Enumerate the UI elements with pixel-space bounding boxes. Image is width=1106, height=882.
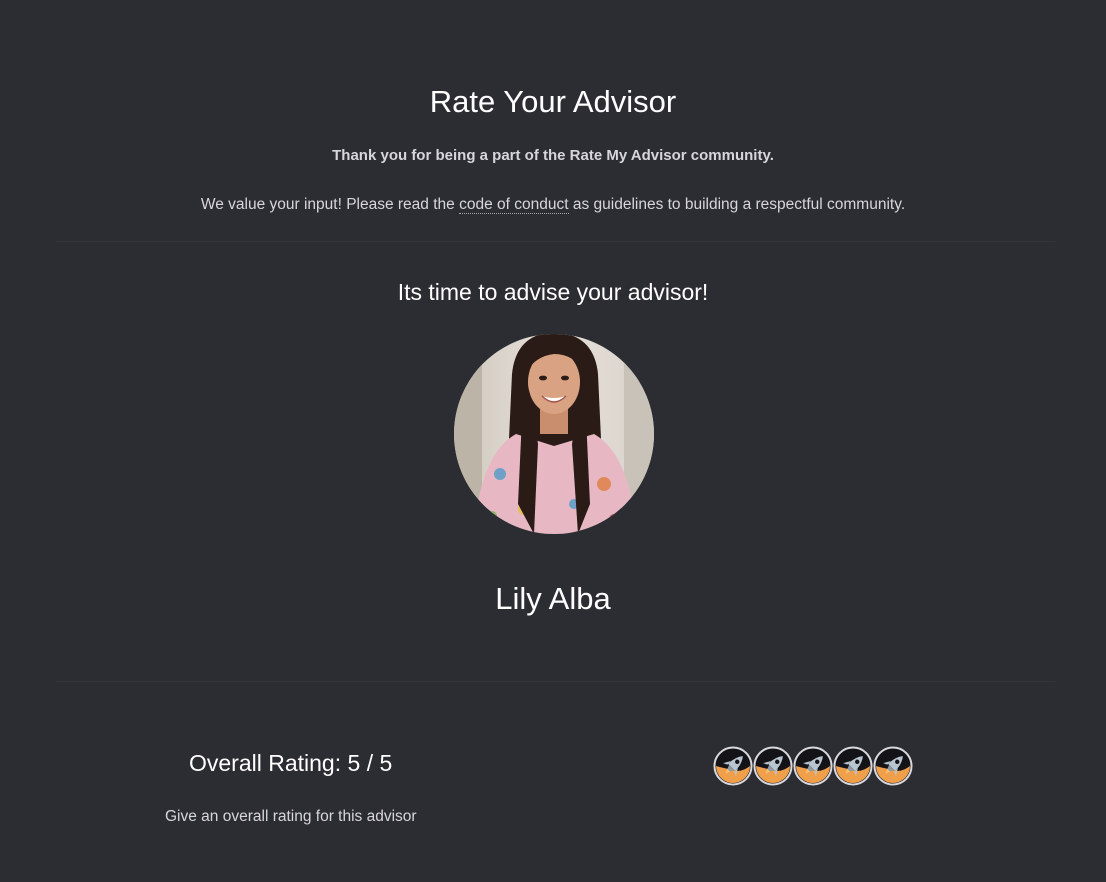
- rate-advisor-page: Rate Your Advisor Thank you for being a …: [0, 0, 1106, 882]
- rocket-icon-1[interactable]: [713, 746, 753, 786]
- rocket-icon-3[interactable]: [793, 746, 833, 786]
- advisor-portrait: [454, 334, 654, 534]
- advisor-prompt: Its time to advise your advisor!: [397, 279, 709, 305]
- section-divider: [55, 681, 1055, 682]
- advisor-avatar: [454, 334, 654, 534]
- overall-rating-label: Overall Rating: 5 / 5: [189, 750, 393, 776]
- code-of-conduct-link[interactable]: code of conduct: [459, 196, 569, 214]
- rocket-icon-2[interactable]: [753, 746, 793, 786]
- section-divider: [55, 241, 1055, 242]
- thanks-message: Thank you for being a part of the Rate M…: [332, 147, 774, 164]
- intro-text-after: as guidelines to building a respectful c…: [568, 196, 906, 213]
- rocket-icon-4[interactable]: [833, 746, 873, 786]
- overall-rating-help: Give an overall rating for this advisor: [165, 808, 417, 825]
- intro-text-before: We value your input! Please read the: [200, 196, 460, 213]
- intro-text: We value your input! Please read the cod…: [0, 195, 1106, 215]
- rocket-rating-control[interactable]: [713, 746, 913, 786]
- page-title: Rate Your Advisor: [429, 84, 677, 119]
- advisor-name: Lily Alba: [495, 581, 611, 616]
- rocket-icon-5[interactable]: [873, 746, 913, 786]
